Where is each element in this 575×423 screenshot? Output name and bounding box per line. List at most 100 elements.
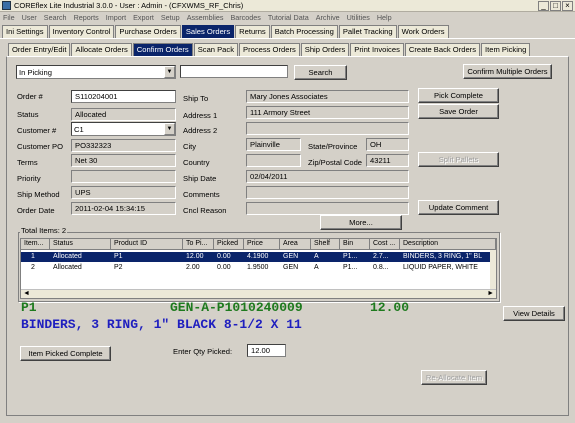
ship-method-label: Ship Method [17,190,60,199]
menu-help[interactable]: Help [377,13,392,22]
tab-returns[interactable]: Returns [235,25,270,38]
col-price[interactable]: Price [244,239,280,250]
row-description: LIQUID PAPER, WHITE [403,264,478,271]
tab-confirm-orders[interactable]: Confirm Orders [132,43,193,56]
menu-import[interactable]: Import [106,13,126,22]
row-area: GEN [283,264,299,271]
tab-purchase-orders[interactable]: Purchase Orders [115,25,181,38]
menu-reports[interactable]: Reports [74,13,99,22]
ship-to-label: Ship To [183,94,209,103]
cncl-reason-field [246,202,409,215]
tab-inventory-control[interactable]: Inventory Control [48,25,115,38]
address1-field: 111 Armory Street [246,106,409,119]
menu-assemblies[interactable]: Assemblies [187,13,224,22]
row-product: P2 [114,264,123,271]
customer-po-field: PO332323 [71,139,176,152]
col-status[interactable]: Status [50,239,111,250]
menu-bar: File User Search Reports Import Export S… [0,12,575,23]
pick-complete-button[interactable]: Pick Complete [418,88,499,103]
tab-pallet-tracking[interactable]: Pallet Tracking [338,25,397,38]
tab-ship-orders[interactable]: Ship Orders [300,43,350,56]
col-shelf[interactable]: Shelf [311,239,340,250]
module-tabs: Ini Settings Inventory Control Purchase … [2,25,450,38]
menu-setup[interactable]: Setup [161,13,180,22]
tab-sales-orders[interactable]: Sales Orders [181,25,235,38]
chevron-down-icon[interactable]: ▼ [164,123,175,135]
col-to-pick[interactable]: To Pi... [183,239,214,250]
items-grid[interactable]: Item... Status Product ID To Pi... Picke… [20,238,497,299]
comments-field [246,186,409,199]
tab-create-back-orders[interactable]: Create Back Orders [404,43,480,56]
update-comment-button[interactable]: Update Comment [418,200,499,215]
menu-file[interactable]: File [3,13,15,22]
tab-print-invoices[interactable]: Print Invoices [350,43,404,56]
tab-allocate-orders[interactable]: Allocate Orders [71,43,132,56]
col-picked[interactable]: Picked [214,239,244,250]
col-description[interactable]: Description [400,239,496,250]
col-cost[interactable]: Cost ... [370,239,400,250]
table-row[interactable]: 1 Allocated P1 12.00 0.00 4.1900 GEN A P… [21,252,490,262]
row-bin: P1... [343,264,358,271]
view-details-button[interactable]: View Details [503,306,565,321]
row-description: BINDERS, 3 RING, 1" BL [403,253,483,260]
more-button[interactable]: More... [320,215,402,230]
menu-search[interactable]: Search [44,13,67,22]
pick-location: GEN-A-P1010240009 [170,300,303,315]
horizontal-scrollbar[interactable]: ◄ ► [21,289,496,298]
qty-picked-input[interactable]: 12.00 [247,344,286,357]
close-icon[interactable]: × [562,1,573,11]
reallocate-item-button[interactable]: Re-Allocate Item [421,370,487,385]
scroll-right-icon[interactable]: ► [487,290,494,297]
address1-label: Address 1 [183,111,218,120]
status-filter-select[interactable]: In Picking ▼ [16,65,176,79]
menu-tutorial-data[interactable]: Tutorial Data [268,13,309,22]
row-cost: 0.8... [373,264,389,271]
confirm-multiple-orders-button[interactable]: Confirm Multiple Orders [463,64,552,79]
item-picked-complete-button[interactable]: Item Picked Complete [20,346,111,361]
row-to-pick: 12.00 [186,253,204,260]
split-pallets-button[interactable]: Split Pallets [418,152,499,167]
row-shelf: A [314,264,319,271]
priority-label: Priority [17,174,41,183]
zip-label: Zip/Postal Code [308,158,363,167]
menu-archive[interactable]: Archive [316,13,340,22]
qty-picked-label: Enter Qty Picked: [173,347,233,356]
tab-order-entry[interactable]: Order Entry/Edit [8,43,71,56]
chevron-down-icon[interactable]: ▼ [164,66,175,78]
menu-user[interactable]: User [22,13,37,22]
scroll-left-icon[interactable]: ◄ [23,290,30,297]
tab-process-orders[interactable]: Process Orders [239,43,300,56]
vertical-scrollbar[interactable] [490,250,496,290]
save-order-button[interactable]: Save Order [418,104,499,119]
table-row[interactable]: 2 Allocated P2 2.00 0.00 1.9500 GEN A P1… [21,263,490,273]
maximize-icon[interactable]: □ [550,1,561,11]
search-input[interactable] [180,65,288,78]
tab-work-orders[interactable]: Work Orders [397,25,449,38]
ship-to-field: Mary Jones Associates [246,90,409,103]
tab-scan-pack[interactable]: Scan Pack [193,43,239,56]
search-button[interactable]: Search [294,65,347,80]
row-shelf: A [314,253,319,260]
app-icon [2,1,11,10]
menu-barcodes[interactable]: Barcodes [230,13,260,22]
row-item: 2 [31,264,35,271]
col-product-id[interactable]: Product ID [111,239,183,250]
tab-item-picking[interactable]: Item Picking [481,43,531,56]
customer-value: C1 [74,124,84,134]
ship-date-field: 02/04/2011 [246,170,409,183]
address2-field [246,122,409,135]
order-no-field[interactable]: S110204001 [71,90,176,103]
row-price: 1.9500 [247,264,269,271]
menu-utilities[interactable]: Utilities [347,13,370,22]
menu-export[interactable]: Export [133,13,154,22]
tab-batch-processing[interactable]: Batch Processing [270,25,338,38]
col-bin[interactable]: Bin [340,239,370,250]
customer-select[interactable]: C1 ▼ [71,122,176,136]
tab-ini-settings[interactable]: Ini Settings [2,25,48,38]
row-bin: P1... [343,253,358,260]
minimize-icon[interactable]: _ [538,1,549,11]
col-area[interactable]: Area [280,239,311,250]
col-item[interactable]: Item... [21,239,50,250]
order-date-field: 2011-02-04 15:34:15 [71,202,176,215]
title-bar: COREflex Lite Industrial 3.0.0 - User : … [0,0,575,12]
